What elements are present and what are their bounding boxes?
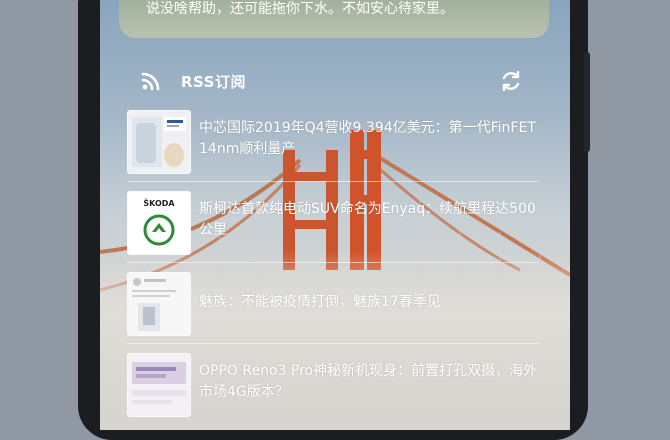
- article-thumbnail: [127, 272, 191, 336]
- divider: [127, 262, 539, 263]
- feed-item-title: 斯柯达首款纯电动SUV命名为Enyaq：续航里程达500公里: [199, 201, 536, 238]
- article-thumbnail: ŠKODA: [127, 191, 191, 255]
- app-screen: 说没啥帮助，还可能拖你下水。不如安心待家里。 RSS订阅 中芯国际2019年Q4…: [100, 0, 570, 430]
- feed-item[interactable]: 中芯国际2019年Q4营收9.394亿美元：第一代FinFET 14nm顺利量产: [127, 108, 539, 189]
- article-thumbnail: [127, 353, 191, 417]
- refresh-icon[interactable]: [499, 69, 523, 93]
- feed-item[interactable]: OPPO Reno3 Pro神秘新机现身：前置打孔双摄，海外市场4G版本？: [127, 351, 539, 430]
- feed-item-title: OPPO Reno3 Pro神秘新机现身：前置打孔双摄，海外市场4G版本？: [199, 363, 538, 400]
- divider: [127, 343, 539, 344]
- feed-item-title: 中芯国际2019年Q4营收9.394亿美元：第一代FinFET 14nm顺利量产: [199, 120, 536, 157]
- divider: [127, 181, 539, 182]
- rss-feed-list: 中芯国际2019年Q4营收9.394亿美元：第一代FinFET 14nm顺利量产…: [127, 108, 539, 430]
- quote-card[interactable]: 说没啥帮助，还可能拖你下水。不如安心待家里。: [119, 0, 549, 38]
- article-thumbnail: [127, 110, 191, 174]
- rss-section-title: RSS订阅: [181, 73, 246, 91]
- feed-item[interactable]: 魅族：不能被疫情打倒，魅族17春季见: [127, 270, 539, 351]
- feed-item-title: 魅族：不能被疫情打倒，魅族17春季见: [199, 294, 441, 310]
- skoda-logo-text: ŠKODA: [143, 199, 175, 208]
- quote-text: 说没啥帮助，还可能拖你下水。不如安心待家里。: [146, 1, 454, 17]
- rss-header: RSS订阅: [130, 68, 550, 100]
- feed-item[interactable]: ŠKODA 斯柯达首款纯电动SUV命名为Enyaq：续航里程达500公里: [127, 189, 539, 270]
- rss-icon: [141, 72, 160, 91]
- phone-side-button: [584, 52, 590, 152]
